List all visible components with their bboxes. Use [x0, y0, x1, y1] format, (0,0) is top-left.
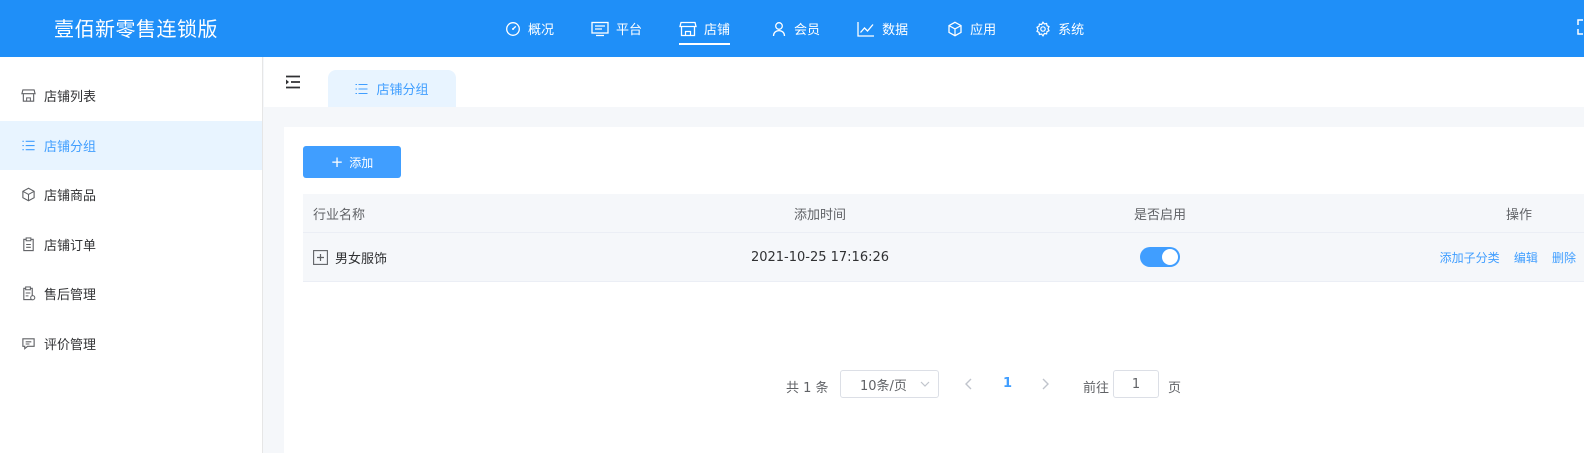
nav-label: 应用	[970, 23, 997, 38]
column-header-actions: 操作	[1505, 207, 1532, 223]
cell-enabled	[971, 247, 1349, 267]
nav-item-system[interactable]: 系统	[1035, 0, 1084, 57]
sidebar-item-reviews[interactable]: 评价管理	[0, 319, 262, 369]
table-header: 行业名称 添加时间 是否启用 操作	[303, 194, 1584, 233]
sidebar-item-label: 店铺订单	[44, 238, 97, 254]
top-header: 壹佰新零售连锁版 概况 平台 店铺 会员 数据 应用 系统	[0, 0, 1584, 57]
tabs-bar: 店铺分组	[264, 57, 1584, 107]
nav-label: 平台	[616, 23, 643, 38]
sidebar-item-store-goods[interactable]: 店铺商品	[0, 170, 262, 220]
nav-item-store[interactable]: 店铺	[679, 0, 731, 57]
clipboard-icon	[23, 237, 34, 251]
sidebar-item-store-list[interactable]: 店铺列表	[0, 71, 262, 121]
nav-label: 概况	[528, 23, 555, 38]
cell-industry: 男女服饰	[303, 248, 669, 267]
goto-label: 前往	[1083, 381, 1110, 396]
chevron-right-icon[interactable]	[1040, 378, 1050, 390]
sidebar-item-label: 售后管理	[44, 288, 97, 304]
group-table: 行业名称 添加时间 是否启用 操作 男女服饰 2021-10-25 17:16:…	[303, 194, 1584, 398]
page-size-value: 10条/页	[860, 378, 907, 394]
list-icon	[355, 83, 368, 94]
expand-icon[interactable]	[313, 249, 328, 265]
nav-item-data[interactable]: 数据	[857, 0, 908, 57]
sidebar-item-store-orders[interactable]: 店铺订单	[0, 220, 262, 270]
cell-actions: 添加子分类 编辑 删除	[1349, 249, 1584, 266]
tab-store-group[interactable]: 店铺分组	[328, 70, 456, 107]
store-icon	[679, 21, 697, 36]
fullscreen-icon[interactable]	[1572, 18, 1584, 36]
sidebar-item-label: 店铺列表	[44, 90, 97, 106]
nav-item-platform[interactable]: 平台	[591, 0, 642, 57]
industry-name: 男女服饰	[335, 251, 388, 267]
column-header-enabled: 是否启用	[1133, 207, 1186, 223]
store-icon	[21, 89, 36, 102]
edit-link[interactable]: 编辑	[1514, 251, 1538, 265]
delete-link[interactable]: 删除	[1552, 251, 1576, 265]
list-icon	[22, 140, 35, 151]
nav-item-apps[interactable]: 应用	[947, 0, 996, 57]
tab-label: 店铺分组	[376, 83, 429, 98]
goto-page-input[interactable]	[1113, 370, 1159, 398]
line-chart-icon	[857, 21, 875, 37]
box-icon	[948, 21, 962, 36]
nav-label: 会员	[794, 23, 821, 38]
sidebar-item-label: 店铺分组	[44, 139, 97, 155]
user-icon	[772, 21, 786, 36]
enabled-toggle[interactable]	[1140, 247, 1180, 267]
sidebar-item-after-sales[interactable]: 售后管理	[0, 269, 262, 319]
page-size-select[interactable]: 10条/页	[840, 370, 939, 398]
add-button[interactable]: + 添加	[303, 146, 401, 178]
column-header-industry: 行业名称	[313, 207, 366, 223]
sidebar-item-label: 店铺商品	[44, 189, 97, 205]
nav-item-member[interactable]: 会员	[771, 0, 820, 57]
box-icon	[22, 187, 35, 202]
nav-item-overview[interactable]: 概况	[505, 0, 554, 57]
plus-icon: +	[330, 152, 344, 171]
comment-icon	[22, 338, 35, 350]
table-row: 男女服饰 2021-10-25 17:16:26 添加子分类 编辑 删除	[303, 233, 1584, 282]
add-button-label: 添加	[349, 155, 374, 170]
sidebar: 店铺列表 店铺分组 店铺商品 店铺订单 售后管理 评价管理	[0, 57, 263, 453]
total-count: 共 1 条	[786, 381, 829, 396]
sidebar-item-store-group[interactable]: 店铺分组	[0, 120, 262, 170]
content-card: + 添加 行业名称 添加时间 是否启用 操作 男女服饰 2021-10-25 1…	[284, 127, 1584, 453]
nav-label: 数据	[882, 23, 909, 38]
gear-icon	[1036, 20, 1050, 37]
sidebar-item-label: 评价管理	[44, 337, 97, 353]
page-suffix-label: 页	[1168, 381, 1182, 396]
top-nav: 概况 平台 店铺 会员 数据 应用 系统	[505, 0, 1084, 57]
toggle-knob	[1162, 249, 1178, 265]
column-header-added-time: 添加时间	[793, 207, 846, 223]
monitor-icon	[591, 21, 609, 36]
page-number-current[interactable]: 1	[1003, 376, 1012, 391]
after-sale-icon	[23, 286, 36, 301]
chevron-left-icon[interactable]	[964, 378, 974, 390]
menu-collapse-icon[interactable]	[285, 75, 301, 89]
nav-label: 店铺	[704, 23, 731, 38]
add-subcategory-link[interactable]: 添加子分类	[1440, 251, 1500, 265]
cell-added-time: 2021-10-25 17:16:26	[750, 249, 890, 265]
dashboard-icon	[506, 21, 520, 36]
app-brand: 壹佰新零售连锁版	[54, 17, 218, 41]
main-area: 店铺分组 + 添加 行业名称 添加时间 是否启用 操作 男女服饰 2021-10…	[264, 57, 1584, 453]
nav-label: 系统	[1058, 23, 1085, 38]
chevron-down-icon	[920, 381, 930, 387]
